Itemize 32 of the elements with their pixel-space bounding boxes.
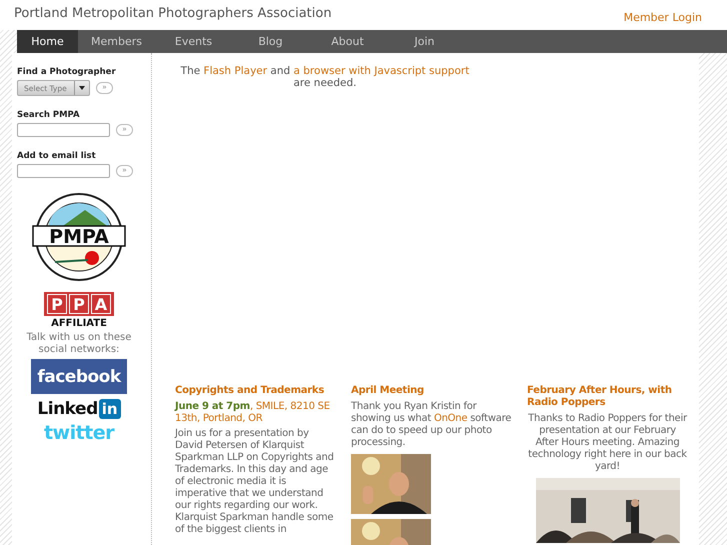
- news-title[interactable]: February After Hours, with Radio Poppers: [527, 385, 688, 409]
- flash-link[interactable]: Flash Player: [204, 65, 268, 77]
- news-text: Thanks to Radio Poppers for their presentation at our February After Hours meeting. Amazing technology right here in our back yard!: [527, 413, 688, 473]
- caret-icon: [79, 86, 85, 90]
- email-label: Add to email list: [17, 151, 97, 161]
- social-text: Talk with us on these social networks:: [26, 332, 132, 356]
- browser-link[interactable]: a browser with Javascript support: [294, 65, 470, 77]
- nav-tab[interactable]: About: [309, 30, 386, 53]
- news-text: Thank you Ryan Kristin for showing us what OnOne software can do to speed up our photo processing.: [351, 401, 512, 449]
- twitter-link[interactable]: twitter: [44, 422, 114, 444]
- search-field[interactable]: [17, 123, 110, 137]
- nav-tab[interactable]: Events: [155, 30, 232, 53]
- linkedin-link[interactable]: Linked in: [37, 399, 121, 419]
- member-login-link[interactable]: Member Login: [624, 0, 727, 24]
- event-date: June 9 at 7pm, SMILE, 8210 SE 13th, Portland, OR: [175, 401, 331, 425]
- facebook-link[interactable]: facebook: [31, 359, 127, 394]
- ppa-logo: P P A: [44, 292, 114, 316]
- flash-notice: The Flash Player and a browser with Javascript support are needed.: [180, 65, 470, 89]
- nav-tab[interactable]: Join: [386, 30, 463, 53]
- nav-tab[interactable]: Members: [78, 30, 155, 53]
- news-title[interactable]: Copyrights and Trademarks: [175, 385, 324, 397]
- news-title[interactable]: April Meeting: [351, 385, 424, 397]
- email-field[interactable]: [17, 164, 110, 178]
- news-text: Join us for a presentation by David Petersen of Klarquist Sparkman LLP on Copyrights and Trademarks. In this day and age of electronic media it is imperative that we understand our rights regarding our work. Klarquist Sparkman handle some of the biggest clients in: [175, 428, 335, 536]
- pmpa-logo: PMPA: [30, 192, 128, 282]
- search-label: Search PMPA: [17, 110, 81, 120]
- onone-link[interactable]: OnOne: [434, 413, 468, 424]
- site-title: Portland Metropolitan Photographers Association: [13, 5, 332, 21]
- find-label: Find a Photographer: [17, 67, 117, 77]
- nav-tab[interactable]: Blog: [232, 30, 309, 53]
- affiliate-label: AFFILIATE: [51, 318, 107, 329]
- nav-tab[interactable]: Home: [17, 30, 78, 53]
